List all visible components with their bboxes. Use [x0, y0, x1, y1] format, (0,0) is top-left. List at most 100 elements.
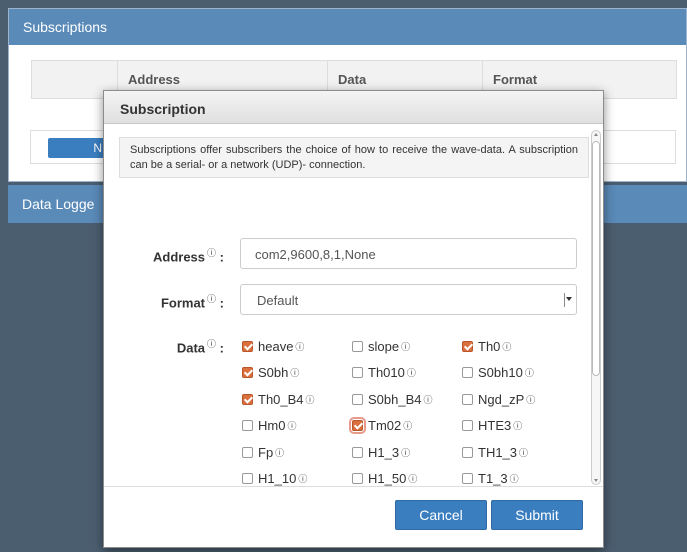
submit-button[interactable]: Submit: [491, 500, 583, 530]
checkbox-hte3[interactable]: HTE3 ⓘ: [462, 418, 572, 433]
checkbox-fp[interactable]: Fp ⓘ: [242, 445, 352, 460]
address-input[interactable]: com2,9600,8,1,None: [240, 238, 577, 269]
checkbox-t1-3[interactable]: T1_3 ⓘ: [462, 471, 572, 486]
checkbox-box[interactable]: [462, 393, 473, 405]
checkbox-box[interactable]: [352, 473, 363, 485]
dialog-scrollbar[interactable]: [591, 130, 601, 485]
checkbox-box[interactable]: [352, 446, 363, 458]
checkbox-heave[interactable]: heave ⓘ: [242, 339, 352, 354]
checkbox-box[interactable]: [242, 446, 253, 458]
checkbox-s0bh10[interactable]: S0bh10 ⓘ: [462, 365, 572, 380]
data-colon: :: [219, 340, 224, 356]
info-icon[interactable]: ⓘ: [403, 419, 412, 432]
checkbox-box[interactable]: [462, 446, 473, 458]
checkbox-label: Th0: [478, 338, 501, 354]
dialog-title: Subscription: [104, 91, 603, 124]
info-icon[interactable]: ⓘ: [207, 248, 216, 258]
info-icon[interactable]: ⓘ: [510, 472, 519, 485]
checkbox-label: slope: [368, 338, 400, 354]
checkbox-box[interactable]: [462, 473, 473, 485]
format-label-text: Format: [160, 295, 206, 311]
checkbox-h1-10[interactable]: H1_10 ⓘ: [242, 471, 352, 486]
checkbox-box[interactable]: [242, 367, 253, 379]
info-text: Subscriptions offer subscribers the choi…: [119, 137, 589, 178]
dialog-footer: Cancel Submit: [104, 486, 603, 547]
checkbox-label: HTE3: [478, 418, 512, 434]
checkbox-box[interactable]: [242, 393, 253, 405]
info-icon[interactable]: ⓘ: [424, 393, 433, 406]
checkbox-label: H1_3: [368, 444, 400, 460]
address-label: Address ⓘ :: [104, 246, 224, 264]
info-icon[interactable]: ⓘ: [519, 446, 528, 459]
checkbox-label: T1_3: [478, 471, 508, 487]
checkbox-box[interactable]: [242, 340, 253, 352]
data-label: Data ⓘ :: [104, 337, 224, 355]
checkbox-box[interactable]: [349, 417, 366, 435]
checkbox-label: Hm0: [258, 418, 286, 434]
address-label-text: Address: [152, 249, 206, 265]
checkbox-h1-50[interactable]: H1_50 ⓘ: [352, 471, 462, 486]
info-icon[interactable]: ⓘ: [401, 446, 410, 459]
info-icon[interactable]: ⓘ: [525, 366, 534, 379]
scroll-up-icon[interactable]: [594, 133, 598, 136]
checkbox-label: heave: [258, 338, 294, 354]
data-label-text: Data: [176, 340, 206, 356]
checkbox-label: S0bh_B4: [368, 391, 422, 407]
info-icon[interactable]: ⓘ: [401, 340, 410, 353]
checkbox-h1-3[interactable]: H1_3 ⓘ: [352, 445, 462, 460]
checkbox-slope[interactable]: slope ⓘ: [352, 339, 462, 354]
checkbox-th010[interactable]: Th010 ⓘ: [352, 365, 462, 380]
format-label: Format ⓘ :: [104, 292, 224, 310]
checkbox-row: heave ⓘ slope ⓘ Th0 ⓘ: [242, 333, 582, 360]
format-select-value: Default: [257, 293, 299, 308]
checkbox-label: Th0_B4: [258, 391, 304, 407]
info-icon[interactable]: ⓘ: [290, 366, 299, 379]
subscriptions-panel-title: Subscriptions: [9, 9, 686, 45]
checkbox-row: Th0_B4 ⓘ S0bh_B4 ⓘ Ngd_zP ⓘ: [242, 386, 582, 413]
info-icon[interactable]: ⓘ: [207, 339, 216, 349]
chevron-down-icon[interactable]: [564, 293, 572, 307]
scrollbar-thumb[interactable]: [592, 141, 600, 376]
info-icon[interactable]: ⓘ: [513, 419, 522, 432]
checkbox-box[interactable]: [352, 393, 363, 405]
dialog-body: Subscriptions offer subscribers the choi…: [104, 125, 604, 487]
checkbox-th1-3[interactable]: TH1_3 ⓘ: [462, 445, 572, 460]
checkbox-th0-b4[interactable]: Th0_B4 ⓘ: [242, 392, 352, 407]
checkbox-box[interactable]: [462, 340, 473, 352]
info-icon[interactable]: ⓘ: [526, 393, 535, 406]
info-icon[interactable]: ⓘ: [306, 393, 315, 406]
info-icon[interactable]: ⓘ: [287, 419, 296, 432]
format-select[interactable]: Default: [240, 284, 577, 315]
info-icon[interactable]: ⓘ: [295, 340, 304, 353]
checkbox-box[interactable]: [462, 367, 473, 379]
checkbox-box[interactable]: [352, 367, 363, 379]
checkbox-label: Ngd_zP: [478, 391, 525, 407]
checkbox-ngd-zp[interactable]: Ngd_zP ⓘ: [462, 392, 572, 407]
checkbox-th0[interactable]: Th0 ⓘ: [462, 339, 572, 354]
address-colon: :: [219, 249, 224, 265]
checkbox-tm02[interactable]: Tm02 ⓘ: [349, 417, 462, 435]
checkbox-label: S0bh: [258, 365, 289, 381]
checkbox-label: Tm02: [368, 418, 402, 434]
info-icon[interactable]: ⓘ: [207, 294, 216, 304]
cancel-button[interactable]: Cancel: [395, 500, 487, 530]
info-icon[interactable]: ⓘ: [408, 472, 417, 485]
info-icon[interactable]: ⓘ: [298, 472, 307, 485]
checkbox-label: Fp: [258, 444, 274, 460]
new-subscription-button[interactable]: N: [48, 138, 108, 158]
info-icon[interactable]: ⓘ: [502, 340, 511, 353]
subscription-dialog: Subscription Subscriptions offer subscri…: [103, 90, 604, 548]
info-icon[interactable]: ⓘ: [407, 366, 416, 379]
checkbox-box[interactable]: [242, 420, 253, 432]
checkbox-box[interactable]: [462, 420, 473, 432]
format-colon: :: [219, 295, 224, 311]
checkbox-row: Hm0 ⓘ Tm02 ⓘ HTE3 ⓘ: [242, 413, 582, 440]
checkbox-s0bh-b4[interactable]: S0bh_B4 ⓘ: [352, 392, 462, 407]
checkbox-hm0[interactable]: Hm0 ⓘ: [242, 418, 352, 433]
scroll-down-icon[interactable]: [594, 479, 598, 482]
checkbox-box[interactable]: [242, 473, 253, 485]
checkbox-label: H1_10: [258, 471, 297, 487]
checkbox-box[interactable]: [352, 340, 363, 352]
info-icon[interactable]: ⓘ: [275, 446, 284, 459]
checkbox-s0bh[interactable]: S0bh ⓘ: [242, 365, 352, 380]
